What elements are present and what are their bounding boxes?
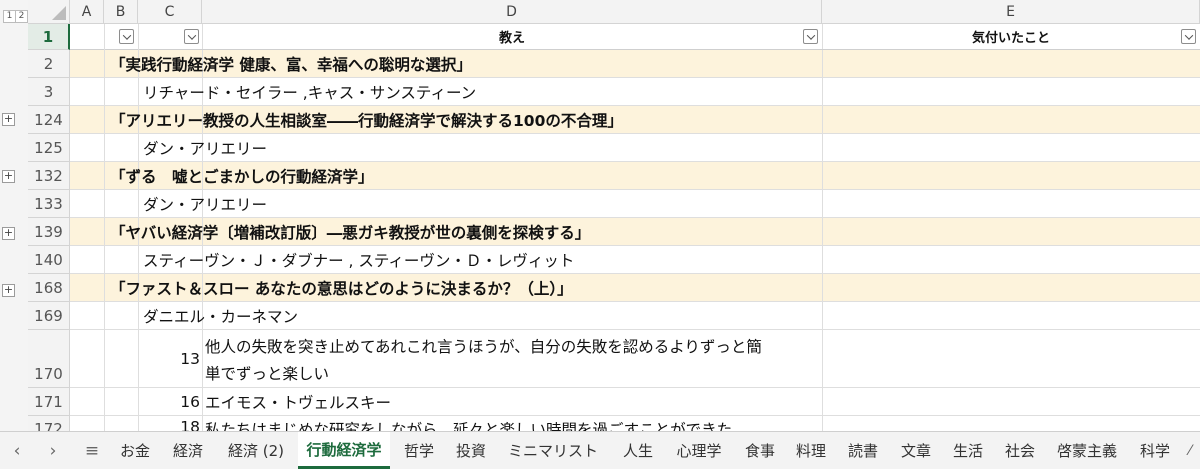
- row-header-1[interactable]: 1: [28, 24, 70, 50]
- row-header[interactable]: 2: [28, 50, 70, 78]
- expand-group-168-icon[interactable]: +: [2, 284, 15, 297]
- note-cell-line[interactable]: 他人の失敗を突き止めてあれこれ言うほうが、自分の失敗を認めるよりずっと簡: [205, 333, 762, 359]
- filter-dropdown-d[interactable]: [803, 29, 818, 44]
- page-number-cell[interactable]: 16: [138, 388, 200, 416]
- sheet-tab[interactable]: お金: [110, 432, 160, 469]
- book-title-cell[interactable]: 「ヤバい経済学〔増補改訂版〕―悪ガキ教授が世の裏側を探検する」: [110, 218, 590, 246]
- spreadsheet-grid: 1 2 + + + + A B C D E 1 2 3 124 125 132 …: [0, 0, 1200, 431]
- page-number-cell[interactable]: 13: [138, 330, 200, 388]
- tab-overflow-icon[interactable]: ⁄: [1180, 432, 1200, 469]
- sheet-tab[interactable]: 経済 (2): [216, 432, 296, 469]
- expand-group-139-icon[interactable]: +: [2, 227, 15, 240]
- row-header[interactable]: 139: [28, 218, 70, 246]
- expand-group-132-icon[interactable]: +: [2, 170, 15, 183]
- row-header[interactable]: 169: [28, 302, 70, 330]
- column-header-c[interactable]: C: [138, 0, 202, 24]
- author-cell[interactable]: ダン・アリエリー: [143, 134, 267, 162]
- book-title-cell[interactable]: 「実践行動経済学 健康、富、幸福への聡明な選択」: [110, 50, 472, 78]
- filter-dropdown-b[interactable]: [119, 29, 134, 44]
- sheet-tab[interactable]: 生活: [943, 432, 993, 469]
- page-number-cell[interactable]: 18: [138, 416, 200, 431]
- sheet-tab[interactable]: 経済: [163, 432, 213, 469]
- row-header[interactable]: 172: [28, 416, 70, 431]
- column-header-e[interactable]: E: [822, 0, 1200, 24]
- tab-scroll-right-icon[interactable]: ›: [42, 432, 64, 469]
- filter-dropdown-c[interactable]: [184, 29, 199, 44]
- author-cell[interactable]: ダニエル・カーネマン: [143, 302, 298, 330]
- row-header[interactable]: 3: [28, 78, 70, 106]
- sheet-tab[interactable]: 社会: [995, 432, 1045, 469]
- book-title-cell[interactable]: 「アリエリー教授の人生相談室――行動経済学で解決する100の不合理」: [110, 106, 623, 134]
- sheet-tab[interactable]: 文章: [891, 432, 941, 469]
- row-header[interactable]: 140: [28, 246, 70, 274]
- sheet-tab[interactable]: 投資: [446, 432, 496, 469]
- sheet-tab[interactable]: 料理: [786, 432, 836, 469]
- outline-level-2-button[interactable]: 2: [15, 10, 28, 23]
- note-cell[interactable]: エイモス・トヴェルスキー: [205, 388, 391, 416]
- column-header-b[interactable]: B: [104, 0, 138, 24]
- author-cell[interactable]: リチャード・セイラー ,キャス・サンスティーン: [143, 78, 476, 106]
- sheet-tab[interactable]: 哲学: [394, 432, 444, 469]
- sheet-tab[interactable]: 読書: [838, 432, 888, 469]
- sheet-list-menu-icon[interactable]: ≡: [80, 432, 104, 469]
- sheet-tab[interactable]: 心理学: [667, 432, 731, 469]
- row-header[interactable]: 125: [28, 134, 70, 162]
- row-header[interactable]: 133: [28, 190, 70, 218]
- column-title-e[interactable]: 気付いたこと: [822, 24, 1200, 50]
- column-title-d[interactable]: 教え: [202, 24, 822, 50]
- gridline: [822, 24, 823, 431]
- sheet-tab[interactable]: 啓蒙主義: [1047, 432, 1127, 469]
- sheet-tab[interactable]: 科学: [1130, 432, 1180, 469]
- author-cell[interactable]: スティーヴン・Ｊ・ダブナー , スティーヴン・Ｄ・レヴィット: [143, 246, 574, 274]
- expand-group-124-icon[interactable]: +: [2, 113, 15, 126]
- column-header-d[interactable]: D: [202, 0, 822, 24]
- sheet-tab[interactable]: 人生: [613, 432, 663, 469]
- sheet-tab[interactable]: 食事: [735, 432, 785, 469]
- sheet-tab[interactable]: ミニマリスト: [499, 432, 607, 469]
- sheet-tab-bar: ‹ › ≡ お金 経済 経済 (2) 行動経済学 哲学 投資 ミニマリスト 人生…: [0, 431, 1200, 469]
- note-cell[interactable]: 私たちはまじめな研究をしながら、延々と楽しい時間を過ごすことができた: [205, 416, 732, 431]
- outline-gutter: 1 2 + + + +: [0, 0, 29, 431]
- select-all-corner[interactable]: [28, 0, 70, 24]
- tab-scroll-left-icon[interactable]: ‹: [6, 432, 28, 469]
- filter-dropdown-e[interactable]: [1181, 29, 1196, 44]
- row-header[interactable]: 168: [28, 274, 70, 302]
- sheet-tab-active[interactable]: 行動経済学: [298, 432, 390, 469]
- row-header[interactable]: 124: [28, 106, 70, 134]
- author-cell[interactable]: ダン・アリエリー: [143, 190, 267, 218]
- row-header[interactable]: 170: [28, 330, 70, 388]
- book-title-cell[interactable]: 「ファスト＆スロー あなたの意思はどのように決まるか？（上）」: [110, 274, 573, 302]
- row-header[interactable]: 132: [28, 162, 70, 190]
- note-cell-line[interactable]: 単でずっと楽しい: [205, 360, 329, 386]
- column-header-a[interactable]: A: [70, 0, 104, 24]
- gridline: [104, 24, 105, 431]
- row-header[interactable]: 171: [28, 388, 70, 416]
- book-title-cell[interactable]: 「ずる 嘘とごまかしの行動経済学」: [110, 162, 374, 190]
